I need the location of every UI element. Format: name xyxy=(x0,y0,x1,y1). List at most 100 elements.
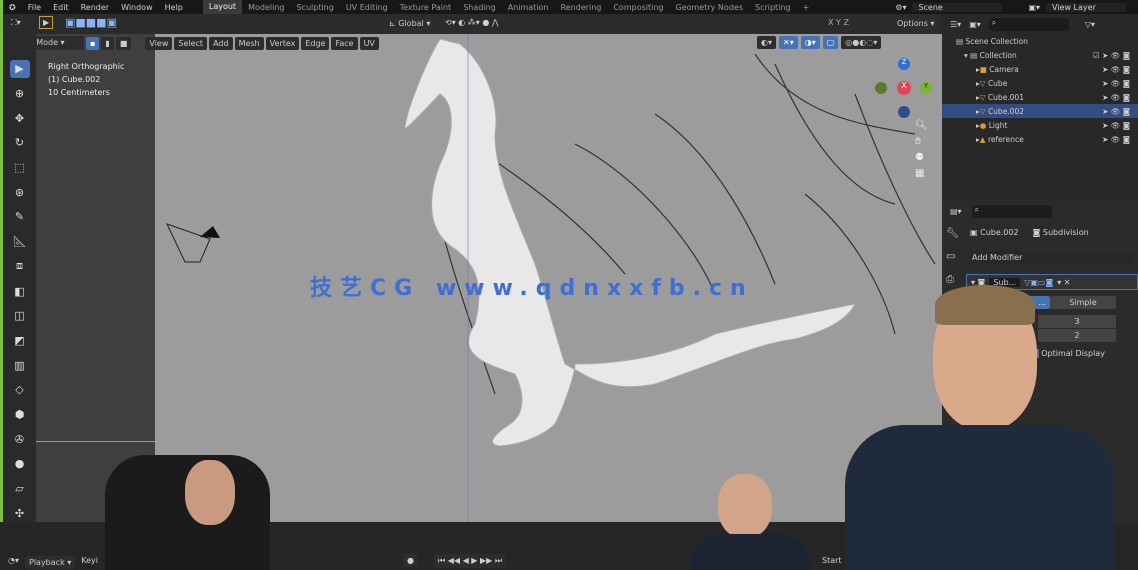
shear-tool-icon[interactable]: ▱ xyxy=(10,480,30,498)
inset-tool-icon[interactable]: ◫ xyxy=(10,307,30,325)
outliner-display-icon[interactable]: ☰▾ xyxy=(950,20,961,29)
move-tool-icon[interactable]: ✥ xyxy=(10,109,30,127)
item-controls[interactable]: ➤ 👁︎ ◙ xyxy=(1102,107,1130,116)
output-tab-icon[interactable]: ⎙ xyxy=(946,274,959,285)
smooth-tool-icon[interactable]: ● xyxy=(10,455,30,473)
outliner-filter-mode-icon[interactable]: ▣▾ xyxy=(969,20,981,29)
gizmo-x[interactable]: X xyxy=(897,81,911,95)
tab-uv-editing[interactable]: UV Editing xyxy=(340,3,394,12)
outliner-item-reference[interactable]: ▸ ▲ reference ➤ 👁︎ ◙ xyxy=(942,132,1138,146)
menu-add[interactable]: Add xyxy=(209,36,233,50)
orientation-dropdown[interactable]: ⊾ Global ▾ xyxy=(385,17,435,30)
gizmo-neg-z[interactable] xyxy=(898,106,910,118)
mirror-axes[interactable]: X Y Z xyxy=(828,18,849,27)
menu-edit[interactable]: Edit xyxy=(47,3,75,12)
menu-vertex[interactable]: Vertex xyxy=(265,36,300,50)
grid-icon[interactable]: ▦ xyxy=(915,168,928,179)
spin-tool-icon[interactable]: ✇ xyxy=(10,430,30,448)
menu-mesh[interactable]: Mesh xyxy=(234,36,264,50)
xray-toggle-icon[interactable]: ▢ xyxy=(822,36,839,49)
rip-tool-icon[interactable]: ✣ xyxy=(10,504,30,522)
add-workspace-button[interactable]: + xyxy=(797,3,816,12)
tab-rendering[interactable]: Rendering xyxy=(554,3,607,12)
menu-edge[interactable]: Edge xyxy=(301,36,330,50)
add-modifier-dropdown[interactable]: Add Modifier xyxy=(968,251,1134,264)
extrude-tool-icon[interactable]: ◧ xyxy=(10,282,30,300)
gizmo-neg-y[interactable] xyxy=(875,82,887,94)
filter-icon[interactable]: ▽▾ xyxy=(1085,20,1095,29)
view-layer-field[interactable]: View Layer xyxy=(1046,2,1127,12)
item-controls[interactable]: ➤ 👁︎ ◙ xyxy=(1102,93,1130,102)
vertex-select-button[interactable]: ▪ xyxy=(86,36,100,50)
edge-select-button[interactable]: ▮ xyxy=(101,36,114,50)
outliner-item-camera[interactable]: ▸ ■ Camera ➤ 👁︎ ◙ xyxy=(942,62,1138,76)
collection-controls[interactable]: ☑ ➤ 👁︎ ◙ xyxy=(1093,51,1130,60)
gizmo-y[interactable]: Y xyxy=(920,82,932,94)
select-box-tool-icon[interactable]: ▶ xyxy=(9,60,30,78)
menu-render[interactable]: Render xyxy=(75,3,115,12)
axis-x-toggle[interactable]: X xyxy=(828,18,833,27)
scene-collection-row[interactable]: ▤ Scene Collection xyxy=(942,34,1138,48)
pan-hand-icon[interactable]: ✋︎ xyxy=(915,136,928,147)
transform-tool-icon[interactable]: ⊛ xyxy=(10,183,30,201)
tab-scripting[interactable]: Scripting xyxy=(749,3,797,12)
playback-dropdown[interactable]: Playback ▾ xyxy=(25,556,76,569)
playback-controls[interactable]: ⏮ ◀◀ ◀ ▶ ▶▶ ⏭ xyxy=(434,554,507,568)
render-tab-icon[interactable]: ▭ xyxy=(946,251,959,262)
tab-texture-paint[interactable]: Texture Paint xyxy=(394,3,458,12)
blender-logo-icon[interactable]: ✪ xyxy=(3,3,22,12)
item-controls[interactable]: ➤ 👁︎ ◙ xyxy=(1102,79,1130,88)
tab-shading[interactable]: Shading xyxy=(457,3,502,12)
keying-dropdown[interactable]: Keyi xyxy=(81,556,98,569)
outliner-item-cube-001[interactable]: ▸ ▽ Cube.001 ➤ 👁︎ ◙ xyxy=(942,90,1138,104)
scene-icon[interactable]: ⚙▾ xyxy=(889,3,912,12)
menu-uv[interactable]: UV xyxy=(359,36,379,50)
tab-geometry-nodes[interactable]: Geometry Nodes xyxy=(670,3,749,12)
selection-mode-icons[interactable]: ▣■■■▣ xyxy=(65,16,117,29)
bevel-tool-icon[interactable]: ◩ xyxy=(10,332,30,350)
menu-view[interactable]: View xyxy=(145,36,173,50)
timeline-editor-icon[interactable]: ◔▾ xyxy=(8,556,19,569)
properties-editor-icon[interactable]: ▤▾ xyxy=(950,207,962,216)
outliner-item-cube[interactable]: ▸ ▽ Cube ➤ 👁︎ ◙ xyxy=(942,76,1138,90)
scene-field[interactable]: Scene xyxy=(912,2,1003,12)
visibility-icon[interactable]: ◐▾ xyxy=(757,36,776,49)
collection-row[interactable]: ▾ ▤ Collection ☑ ➤ 👁︎ ◙ xyxy=(942,48,1138,62)
outliner-search-input[interactable]: ⌕ xyxy=(988,17,1069,31)
camera-view-icon[interactable]: ⚉ xyxy=(915,152,928,163)
menu-face[interactable]: Face xyxy=(331,36,358,50)
measure-tool-icon[interactable]: 📐︎ xyxy=(10,233,30,251)
shading-modes-icon[interactable]: ◎●◐◌▾ xyxy=(841,36,882,49)
poly-build-tool-icon[interactable]: ⬢ xyxy=(10,406,30,424)
cursor-tool-icon[interactable]: ⊕ xyxy=(10,85,30,103)
zoom-icon[interactable]: 🔍︎ xyxy=(915,120,928,131)
tool-tab-icon[interactable]: 🔧︎ xyxy=(946,228,959,239)
gizmo-z[interactable]: Z xyxy=(898,58,910,70)
outliner-item-light[interactable]: ▸ ● Light ➤ 👁︎ ◙ xyxy=(942,118,1138,132)
properties-search-input[interactable]: ⌕ xyxy=(971,204,1052,218)
auto-keying-button[interactable]: ● xyxy=(403,554,418,567)
menu-select[interactable]: Select xyxy=(174,36,208,50)
knife-tool-icon[interactable]: ◇ xyxy=(10,381,30,399)
camera-object[interactable] xyxy=(166,223,211,263)
axis-y-toggle[interactable]: Y xyxy=(836,18,841,27)
dragon-mesh[interactable] xyxy=(404,38,856,447)
menu-file[interactable]: File xyxy=(22,3,47,12)
tab-modeling[interactable]: Modeling xyxy=(242,3,290,12)
gizmo-toggle-icon[interactable]: ✕▾ xyxy=(779,36,798,49)
add-cube-tool-icon[interactable]: ⧈ xyxy=(10,258,30,276)
tab-layout[interactable]: Layout xyxy=(202,0,243,14)
outliner-item-cube-002[interactable]: ▸ ▽ Cube.002 ➤ 👁︎ ◙ xyxy=(942,104,1138,118)
tab-animation[interactable]: Animation xyxy=(502,3,555,12)
menu-window[interactable]: Window xyxy=(115,3,159,12)
start-frame-field[interactable]: Start xyxy=(822,556,842,565)
rotate-tool-icon[interactable]: ↻ xyxy=(10,134,30,152)
menu-help[interactable]: Help xyxy=(159,3,189,12)
editor-type-icon[interactable]: ⛶▾ xyxy=(11,18,21,28)
scale-tool-icon[interactable]: ⬚ xyxy=(10,159,30,177)
axis-z-toggle[interactable]: Z xyxy=(843,18,848,27)
pivot-icon[interactable]: ⟲▾ ◐ ⁂▾ ● ⋀ xyxy=(445,18,498,27)
navigation-gizmo[interactable]: Z X Y xyxy=(875,58,935,118)
options-dropdown[interactable]: Options ▾ xyxy=(893,17,939,30)
tab-sculpting[interactable]: Sculpting xyxy=(290,3,339,12)
